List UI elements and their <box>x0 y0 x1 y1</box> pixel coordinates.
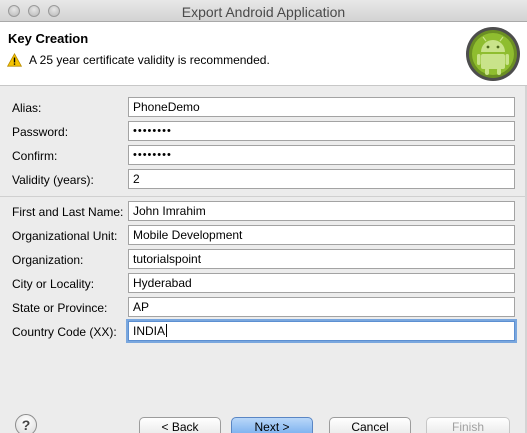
confirm-label: Confirm: <box>12 149 58 163</box>
validity-input[interactable]: 2 <box>128 169 515 189</box>
validity-label: Validity (years): <box>12 173 94 187</box>
cancel-button[interactable]: Cancel <box>329 417 411 433</box>
page-title: Key Creation <box>8 31 89 46</box>
separator <box>0 196 527 197</box>
title-bar: Export Android Application <box>0 0 527 22</box>
state-label: State or Province: <box>12 301 108 315</box>
alias-input[interactable]: PhoneDemo <box>128 97 515 117</box>
password-input[interactable]: •••••••• <box>128 121 515 141</box>
city-label: City or Locality: <box>12 277 95 291</box>
org-unit-input[interactable]: Mobile Development <box>128 225 515 245</box>
name-input[interactable]: John Imrahim <box>128 201 515 221</box>
confirm-password-input[interactable]: •••••••• <box>128 145 515 165</box>
org-unit-label: Organizational Unit: <box>12 229 118 243</box>
warning-icon <box>7 53 22 67</box>
back-button[interactable]: < Back <box>139 417 221 433</box>
text-caret <box>166 324 168 337</box>
password-label: Password: <box>12 125 69 139</box>
name-label: First and Last Name: <box>12 205 124 219</box>
header-message: A 25 year certificate validity is recomm… <box>29 53 270 67</box>
android-logo-icon <box>466 27 520 81</box>
state-input[interactable]: AP <box>128 297 515 317</box>
next-button[interactable]: Next > <box>231 417 313 433</box>
wizard-header: Key Creation A 25 year certificate valid… <box>0 22 527 86</box>
organization-label: Organization: <box>12 253 84 267</box>
window-title: Export Android Application <box>181 4 346 20</box>
country-code-input[interactable]: INDIA <box>128 321 515 341</box>
help-icon[interactable]: ? <box>15 414 37 433</box>
country-label: Country Code (XX): <box>12 325 117 339</box>
city-input[interactable]: Hyderabad <box>128 273 515 293</box>
alias-label: Alias: <box>12 101 42 115</box>
organization-input[interactable]: tutorialspoint <box>128 249 515 269</box>
finish-button[interactable]: Finish <box>426 417 510 433</box>
country-code-value: INDIA <box>133 324 166 338</box>
